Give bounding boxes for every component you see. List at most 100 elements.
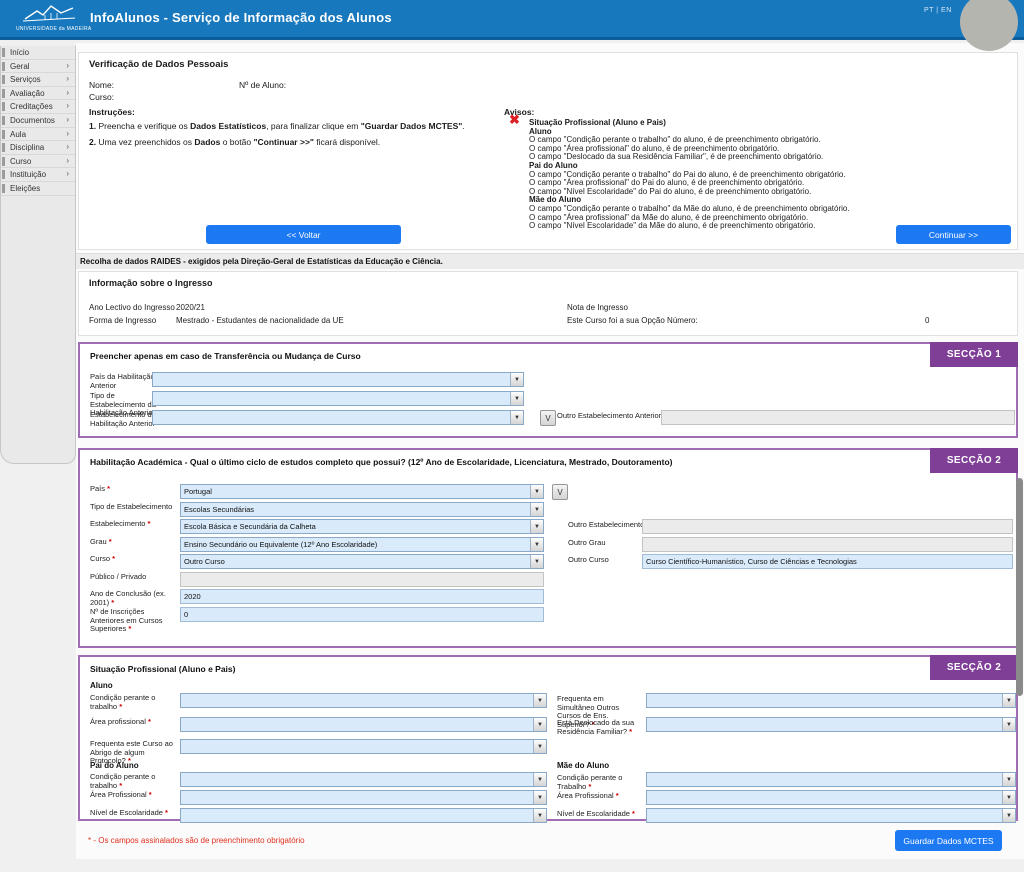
field-label-tipo-de-estabelecimento: Tipo de Estabelecimento	[90, 503, 178, 512]
select-estabelecimento-da-habilitacao-anterior[interactable]: ▼	[152, 410, 524, 425]
sidebar-item-inicio[interactable]: Início	[1, 46, 75, 60]
aluno-subtitle: Aluno	[90, 681, 113, 690]
chevron-right-icon: ›	[66, 142, 69, 151]
sidebar-item-aula[interactable]: Aula›	[1, 128, 75, 142]
uma-logo-icon	[16, 3, 82, 25]
seccao1-panel: SECÇÃO 1 Preencher apenas em caso de Tra…	[78, 342, 1018, 438]
sidebar-item-instituicao[interactable]: Instituição›	[1, 168, 75, 182]
form-row: Área Profissional *▼Área Profissional *▼	[80, 790, 1016, 805]
ingresso-ing-rv: 0	[925, 316, 929, 325]
sidebar-item-creditacoes[interactable]: Creditações›	[1, 100, 75, 114]
required-asterisk: *	[630, 809, 635, 818]
select-frequenta-este-curso-ao-abrigo-de-algum-protocolo-left[interactable]: ▼	[180, 739, 547, 754]
field-label-area-profissional: Área Profissional *	[557, 792, 639, 801]
input-ano-de-conclusao-ex-2001[interactable]: 2020	[180, 589, 544, 604]
page-title: InfoAlunos - Serviço de Informação dos A…	[90, 10, 392, 25]
select-condicao-perante-o-trabalho-right[interactable]: ▼	[646, 772, 1016, 787]
required-asterisk: *	[109, 598, 114, 607]
select-grau[interactable]: Ensino Secundário ou Equivalente (12º An…	[180, 537, 544, 552]
dropdown-arrow-icon: ▼	[510, 411, 523, 424]
seccao1-badge: SECÇÃO 1	[930, 342, 1018, 367]
instructions-title: Instruções:	[89, 107, 135, 117]
form-row: Condição perante o trabalho *▼Condição p…	[80, 772, 1016, 787]
select-condicao-perante-o-trabalho-left[interactable]: ▼	[180, 772, 547, 787]
dropdown-arrow-icon: ▼	[533, 740, 546, 753]
form-row: Área profissional *▼Está Deslocado da su…	[80, 717, 1016, 732]
select-curso[interactable]: Outro Curso▼	[180, 554, 544, 569]
ingresso-row: Ano Lectivo do Ingresso2020/21Nota de In…	[79, 303, 1017, 315]
select-area-profissional-left[interactable]: ▼	[180, 717, 547, 732]
select-condicao-perante-o-trabalho-left[interactable]: ▼	[180, 693, 547, 708]
required-asterisk: *	[145, 519, 150, 528]
required-asterisk: *	[627, 727, 632, 736]
scrollbar-thumb[interactable]	[1016, 478, 1023, 696]
required-asterisk: *	[146, 717, 151, 726]
v-button[interactable]: V	[552, 484, 568, 500]
seccao2a-panel: SECÇÃO 2 Habilitação Académica - Qual o …	[78, 448, 1018, 648]
select-nivel-de-escolaridade-left[interactable]: ▼	[180, 808, 547, 823]
required-asterisk: *	[126, 624, 131, 633]
input-outro-curso[interactable]: Curso Científico-Humanístico, Curso de C…	[642, 554, 1013, 569]
menu-item-marker	[2, 116, 5, 125]
mae-subtitle: Mãe do Aluno	[557, 761, 609, 770]
field-label-nivel-de-escolaridade: Nível de Escolaridade *	[557, 810, 639, 819]
seccao2b-title: Situação Profissional (Aluno e Pais)	[90, 664, 235, 674]
sidebar-item-documentos[interactable]: Documentos›	[1, 114, 75, 128]
aviso-line: O campo "Deslocado da sua Residência Fam…	[529, 153, 999, 162]
select-value: Escola Básica e Secundária da Calheta	[184, 521, 528, 533]
select-estabelecimento[interactable]: Escola Básica e Secundária da Calheta▼	[180, 519, 544, 534]
sidebar-item-label: Documentos	[10, 116, 55, 125]
sidebar-item-disciplina[interactable]: Disciplina›	[1, 141, 75, 155]
guardar-dados-mctes-button[interactable]: Guardar Dados MCTES	[895, 830, 1002, 851]
dropdown-arrow-icon: ▼	[530, 520, 543, 533]
select-nivel-de-escolaridade-right[interactable]: ▼	[646, 808, 1016, 823]
select-tipo-de-estabelecimento[interactable]: Escolas Secundárias▼	[180, 502, 544, 517]
select-pais-da-habilitacao-anterior[interactable]: ▼	[152, 372, 524, 387]
select-esta-deslocado-da-sua-residencia-familiar-right[interactable]: ▼	[646, 717, 1016, 732]
chevron-right-icon: ›	[66, 156, 69, 165]
voltar-button[interactable]: << Voltar	[206, 225, 401, 244]
aviso-line: O campo "Nível Escolaridade" do Pai do a…	[529, 188, 999, 197]
sidebar-item-geral[interactable]: Geral›	[1, 60, 75, 74]
required-asterisk: *	[117, 702, 122, 711]
continuar-button[interactable]: Continuar >>	[896, 225, 1011, 244]
menu-item-marker	[2, 75, 5, 84]
menu-item-marker	[2, 170, 5, 179]
select-frequenta-em-simultaneo-outros-cursos-de-ens-superior-right[interactable]: ▼	[646, 693, 1016, 708]
language-switcher[interactable]: PT | EN	[924, 7, 952, 14]
sidebar-item-label: Creditações	[10, 102, 53, 111]
field-label-outro-curso: Outro Curso	[568, 556, 609, 565]
form-row: Público / Privado	[80, 572, 1016, 587]
seccao2b-panel: SECÇÃO 2 Situação Profissional (Aluno e …	[78, 655, 1018, 821]
dropdown-arrow-icon: ▼	[530, 503, 543, 516]
uma-logo[interactable]: UNIVERSIDADE da MADEIRA	[16, 3, 82, 39]
field-label-curso: Curso *	[90, 555, 178, 564]
menu-item-marker	[2, 143, 5, 152]
dropdown-arrow-icon: ▼	[530, 538, 543, 551]
dropdown-arrow-icon: ▼	[530, 485, 543, 498]
form-row: Nível de Escolaridade *▼Nível de Escolar…	[80, 808, 1016, 823]
form-row: Frequenta este Curso ao Abrigo de algum …	[80, 739, 1016, 754]
required-asterisk: *	[110, 554, 115, 563]
input-publico-privado	[180, 572, 544, 587]
select-pais[interactable]: Portugal▼	[180, 484, 544, 499]
select-area-profissional-left[interactable]: ▼	[180, 790, 547, 805]
dropdown-arrow-icon: ▼	[533, 694, 546, 707]
ingresso-title: Informação sobre o Ingresso	[89, 278, 213, 288]
field-label-outro-estabelecimento: Outro Estabelecimento	[568, 521, 644, 530]
input-n-de-inscricoes-anteriores-em-cursos-superiores[interactable]: 0	[180, 607, 544, 622]
ingresso-ing-rl: Este Curso foi a sua Opção Número:	[567, 316, 698, 325]
verification-panel: Verificação de Dados Pessoais Nome: Nº d…	[78, 52, 1018, 250]
select-area-profissional-right[interactable]: ▼	[646, 790, 1016, 805]
app-header: UNIVERSIDADE da MADEIRA InfoAlunos - Ser…	[0, 0, 1024, 40]
sidebar-item-avaliacao[interactable]: Avaliação›	[1, 87, 75, 101]
sidebar-item-label: Instituição	[10, 170, 46, 179]
sidebar-item-curso[interactable]: Curso›	[1, 155, 75, 169]
menu-item-marker	[2, 157, 5, 166]
select-tipo-de-estabelecimento-da-habilitacao-anterior[interactable]: ▼	[152, 391, 524, 406]
sidebar-item-servicos[interactable]: Serviços›	[1, 73, 75, 87]
form-row: País da Habilitação Anterior▼	[80, 372, 1016, 387]
menu-item-marker	[2, 48, 5, 57]
sidebar-item-eleicoes[interactable]: Eleições	[1, 182, 75, 196]
v-button[interactable]: V	[540, 410, 556, 426]
